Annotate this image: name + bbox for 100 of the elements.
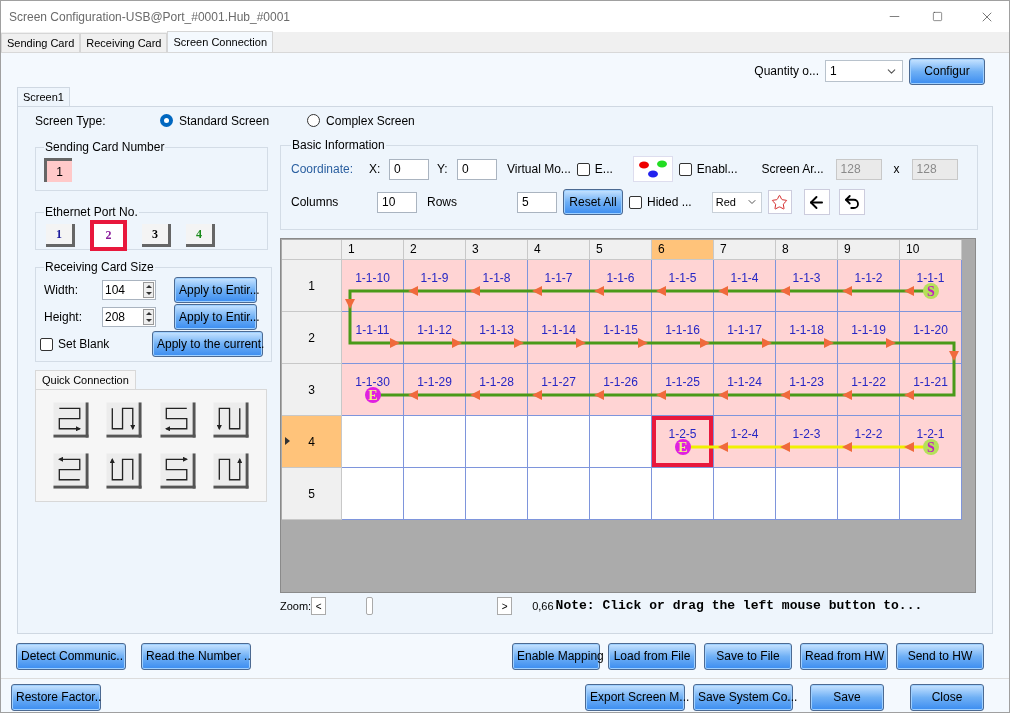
grid-cell[interactable]: 1-1-29: [404, 364, 466, 416]
grid-cell[interactable]: [590, 468, 652, 520]
action-button[interactable]: Detect Communic..: [16, 642, 126, 670]
grid-cell[interactable]: 1-1-19: [838, 312, 900, 364]
grid-cell[interactable]: [652, 468, 714, 520]
tab[interactable]: Sending Card: [1, 33, 81, 52]
grid-cell[interactable]: [590, 416, 652, 468]
action-button[interactable]: Save to File: [704, 642, 792, 670]
grid-cell[interactable]: [528, 416, 590, 468]
radio-button[interactable]: [160, 114, 173, 127]
sending-card-number[interactable]: 1: [44, 158, 72, 182]
column-header[interactable]: 6: [652, 240, 714, 260]
grid-cell[interactable]: 1-1-26: [590, 364, 652, 416]
grid-cell[interactable]: 1-1-24: [714, 364, 776, 416]
grid-cell[interactable]: 1-1-3: [776, 260, 838, 312]
grid-cell[interactable]: 1-1-22: [838, 364, 900, 416]
quantity-select[interactable]: 1: [825, 60, 903, 82]
grid-cell[interactable]: 1-1-17: [714, 312, 776, 364]
zigzag-path-icon[interactable]: [158, 451, 197, 490]
grid-cell[interactable]: 1-1-2: [838, 260, 900, 312]
row-header[interactable]: 3: [282, 364, 342, 416]
column-header[interactable]: 7: [714, 240, 776, 260]
grid-cell[interactable]: 1-1-8: [466, 260, 528, 312]
grid-cell[interactable]: 1-1-28: [466, 364, 528, 416]
grid-cell[interactable]: 1-1-10: [342, 260, 404, 312]
grid-cell[interactable]: 1-1-6: [590, 260, 652, 312]
grid-cell[interactable]: 1-2-3: [776, 416, 838, 468]
color-dots-icon[interactable]: [632, 156, 673, 182]
zigzag-path-icon[interactable]: [158, 401, 197, 440]
screen-tab[interactable]: Screen1: [17, 87, 70, 106]
set-blank-checkbox[interactable]: [40, 337, 53, 351]
color-select[interactable]: Red: [711, 191, 762, 213]
enable-checkbox[interactable]: [678, 162, 692, 176]
zigzag-path-icon[interactable]: [212, 451, 251, 490]
tab[interactable]: Receiving Card: [80, 33, 168, 52]
grid-cell[interactable]: [342, 468, 404, 520]
x-field[interactable]: 0: [389, 158, 429, 180]
apply-button[interactable]: Apply to Entir...: [174, 303, 257, 330]
grid-cell[interactable]: [404, 416, 466, 468]
configure-button[interactable]: Configur: [909, 57, 985, 85]
size-spinbox[interactable]: 208: [102, 306, 156, 327]
grid-cell[interactable]: 1-1-25: [652, 364, 714, 416]
grid-cell[interactable]: 1-1-4: [714, 260, 776, 312]
tab[interactable]: Screen Connection: [167, 31, 274, 52]
footer-button[interactable]: Save: [810, 683, 884, 711]
star-button[interactable]: [767, 190, 792, 214]
action-button[interactable]: Read from HW: [800, 642, 888, 670]
row-header[interactable]: 1: [282, 260, 342, 312]
hided-checkbox[interactable]: [629, 195, 642, 209]
maximize-icon[interactable]: [932, 11, 943, 22]
apply-button[interactable]: Apply to Entir...: [174, 276, 257, 303]
footer-button[interactable]: Close: [910, 683, 984, 711]
zigzag-path-icon[interactable]: [105, 401, 144, 440]
column-header[interactable]: 2: [404, 240, 466, 260]
port-button[interactable]: 2: [90, 219, 127, 251]
grid-cell[interactable]: 1-1-23: [776, 364, 838, 416]
undo-button[interactable]: [838, 189, 865, 215]
grid-cell[interactable]: [342, 416, 404, 468]
quick-connection-tab[interactable]: Quick Connection: [35, 370, 136, 389]
action-button[interactable]: Read the Number ..: [141, 642, 251, 670]
grid-cell[interactable]: 1-1-16: [652, 312, 714, 364]
grid-cell[interactable]: 1-1-9: [404, 260, 466, 312]
grid-cell[interactable]: [466, 468, 528, 520]
column-header[interactable]: 8: [776, 240, 838, 260]
rows-field[interactable]: 5: [517, 191, 557, 213]
row-header[interactable]: 5: [282, 468, 342, 520]
reset-all-button[interactable]: Reset All: [563, 189, 623, 215]
slider-thumb[interactable]: [365, 597, 373, 615]
action-button[interactable]: Load from File: [608, 642, 696, 670]
grid-cell[interactable]: 1-1-18: [776, 312, 838, 364]
radio-button[interactable]: [307, 114, 321, 127]
column-header[interactable]: 1: [342, 240, 404, 260]
zigzag-path-icon[interactable]: [212, 401, 251, 440]
grid-cell[interactable]: 1-1-14: [528, 312, 590, 364]
columns-field[interactable]: 10: [377, 191, 417, 213]
row-header[interactable]: 2: [282, 312, 342, 364]
grid-cell[interactable]: 1-1-5: [652, 260, 714, 312]
zoom-in-button[interactable]: >: [497, 597, 513, 615]
grid-cell[interactable]: 1-1-13: [466, 312, 528, 364]
column-header[interactable]: 10: [900, 240, 962, 260]
footer-button[interactable]: Restore Factor..: [11, 683, 101, 711]
grid-cell[interactable]: 1-1-20: [900, 312, 962, 364]
grid-cell[interactable]: 1-1-15: [590, 312, 652, 364]
grid-cell[interactable]: [528, 468, 590, 520]
action-button[interactable]: Send to HW: [896, 642, 984, 670]
grid-cell[interactable]: 1-1-7: [528, 260, 590, 312]
zigzag-path-icon[interactable]: [105, 451, 144, 490]
column-header[interactable]: 3: [466, 240, 528, 260]
column-header[interactable]: 4: [528, 240, 590, 260]
zigzag-path-icon[interactable]: [51, 451, 90, 490]
virtual-mode-checkbox[interactable]: [576, 162, 590, 176]
apply-current-button[interactable]: Apply to the current.: [152, 331, 263, 357]
grid-cell[interactable]: 1-2-4: [714, 416, 776, 468]
zigzag-path-icon[interactable]: [51, 401, 90, 440]
size-spinbox[interactable]: 104: [102, 279, 156, 300]
zoom-out-button[interactable]: <: [311, 597, 327, 615]
grid-cell[interactable]: [838, 468, 900, 520]
grid-cell[interactable]: 1-2-2: [838, 416, 900, 468]
column-header[interactable]: 5: [590, 240, 652, 260]
grid-cell[interactable]: [900, 468, 962, 520]
